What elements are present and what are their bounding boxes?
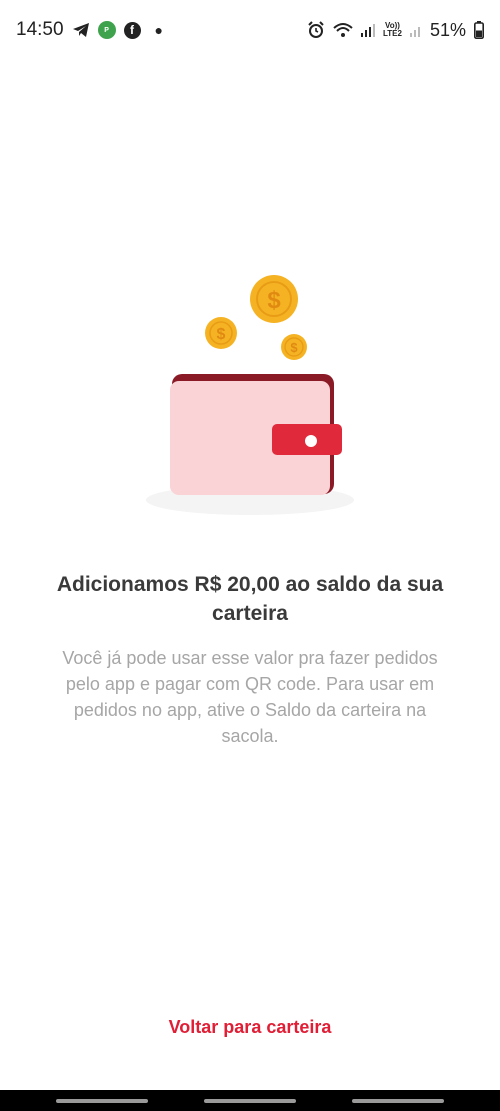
nav-home[interactable] [204, 1098, 296, 1103]
more-notifications-dot: ● [154, 22, 164, 38]
back-to-wallet-button[interactable]: Voltar para carteira [100, 1010, 400, 1044]
success-description: Você já pode usar esse valor pra fazer p… [62, 648, 438, 746]
telegram-icon [72, 22, 90, 38]
wifi-icon [333, 22, 353, 38]
lte-indicator: Vo)) LTE2 [383, 22, 402, 38]
facebook-icon: f [123, 21, 141, 39]
wallet-balance-added-screen: 14:50 P f ● Vo)) LTE2 51% $ $ $ Adiciona… [0, 0, 500, 1111]
lte2-label: LTE2 [383, 29, 402, 38]
coin-small-icon: $ [281, 334, 307, 360]
battery-icon [474, 21, 484, 39]
coin-large-icon: $ [250, 275, 298, 323]
wallet-clasp-button [305, 435, 317, 447]
nav-recent-apps[interactable] [56, 1098, 148, 1103]
battery-percentage: 51% [429, 19, 466, 40]
status-bar-left: 14:50 P f ● [16, 19, 163, 41]
status-bar: 14:50 P f ● Vo)) LTE2 51% [0, 0, 500, 60]
app-notification-icon: P [97, 21, 116, 39]
svg-text:$: $ [267, 287, 281, 314]
success-title: Adicionamos R$ 20,00 ao saldo da sua car… [56, 573, 444, 625]
alarm-icon [307, 21, 325, 39]
status-time: 14:50 [16, 19, 64, 40]
system-navigation-bar [0, 1090, 500, 1111]
status-bar-right: Vo)) LTE2 51% [307, 20, 484, 41]
svg-text:$: $ [290, 340, 298, 355]
signal-icon [361, 23, 375, 37]
coin-left-icon: $ [205, 317, 237, 349]
svg-text:$: $ [217, 326, 226, 343]
nav-back[interactable] [352, 1098, 444, 1103]
wallet-illustration: $ $ $ [140, 270, 360, 520]
signal-icon-2 [409, 23, 422, 37]
